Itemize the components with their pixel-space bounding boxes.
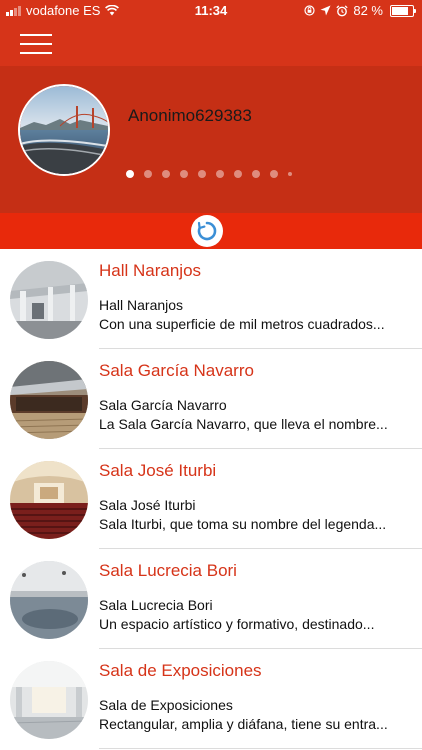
carousel-dot[interactable] [126, 170, 134, 178]
location-arrow-icon [320, 5, 331, 16]
venue-description: Rectangular, amplia y diáfana, tiene su … [99, 716, 388, 732]
username: Anonimo629383 [128, 106, 252, 125]
top-bar: vodafone ES 11:34 82 % [0, 0, 422, 66]
list-item[interactable]: Sala Lucrecia Bori Sala Lucrecia Bori Un… [0, 549, 422, 649]
venue-name: Sala José Iturbi [99, 497, 196, 513]
status-bar: vodafone ES 11:34 82 % [0, 0, 422, 22]
avatar[interactable] [18, 84, 110, 176]
venue-thumbnail [10, 361, 88, 439]
divider [99, 748, 422, 749]
venue-name: Sala García Navarro [99, 397, 227, 413]
carousel-dot[interactable] [252, 170, 260, 178]
venue-list: Hall Naranjos Hall Naranjos Con una supe… [0, 249, 422, 749]
venue-title: Sala José Iturbi [99, 461, 217, 480]
refresh-icon [197, 221, 217, 241]
carousel-dot[interactable] [198, 170, 206, 178]
venue-description: Sala Iturbi, que toma su nombre del lege… [99, 516, 387, 532]
venue-thumbnail [10, 661, 88, 739]
venue-thumbnail [10, 561, 88, 639]
battery-percent: 82 % [353, 3, 383, 18]
venue-thumbnail [10, 261, 88, 339]
refresh-strip [0, 213, 422, 249]
venue-name: Hall Naranjos [99, 297, 184, 313]
venue-title: Sala de Exposiciones [99, 661, 262, 680]
venue-description: Un espacio artístico y formativo, destin… [99, 616, 375, 632]
orientation-lock-icon [304, 5, 315, 16]
venue-thumbnail [10, 461, 88, 539]
venue-title: Sala Lucrecia Bori [99, 561, 237, 580]
list-item[interactable]: Sala José Iturbi Sala José Iturbi Sala I… [0, 449, 422, 549]
list-item[interactable]: Sala de Exposiciones Sala de Exposicione… [0, 649, 422, 749]
venue-description: La Sala García Navarro, que lleva el nom… [99, 416, 388, 432]
hamburger-menu-icon[interactable] [20, 34, 52, 54]
carousel-dot[interactable] [216, 170, 224, 178]
venue-title: Hall Naranjos [99, 261, 202, 280]
carousel-dot[interactable] [144, 170, 152, 178]
venue-name: Sala de Exposiciones [99, 697, 233, 713]
carousel-dot[interactable] [180, 170, 188, 178]
status-right: 82 % [304, 3, 416, 18]
venue-description: Con una superficie de mil metros cuadrad… [99, 316, 385, 332]
venue-name: Sala Lucrecia Bori [99, 597, 213, 613]
carousel-dot[interactable] [162, 170, 170, 178]
list-item[interactable]: Hall Naranjos Hall Naranjos Con una supe… [0, 249, 422, 349]
list-item[interactable]: Sala García Navarro Sala García Navarro … [0, 349, 422, 449]
carousel-dot[interactable] [234, 170, 242, 178]
venue-title: Sala García Navarro [99, 361, 254, 380]
carousel-dot[interactable] [270, 170, 278, 178]
battery-icon [390, 4, 416, 17]
refresh-button[interactable] [191, 215, 223, 247]
profile-header: Anonimo629383 [0, 66, 422, 213]
carousel-dots[interactable] [126, 170, 292, 178]
carousel-dot[interactable] [288, 172, 292, 176]
alarm-icon [336, 4, 349, 16]
